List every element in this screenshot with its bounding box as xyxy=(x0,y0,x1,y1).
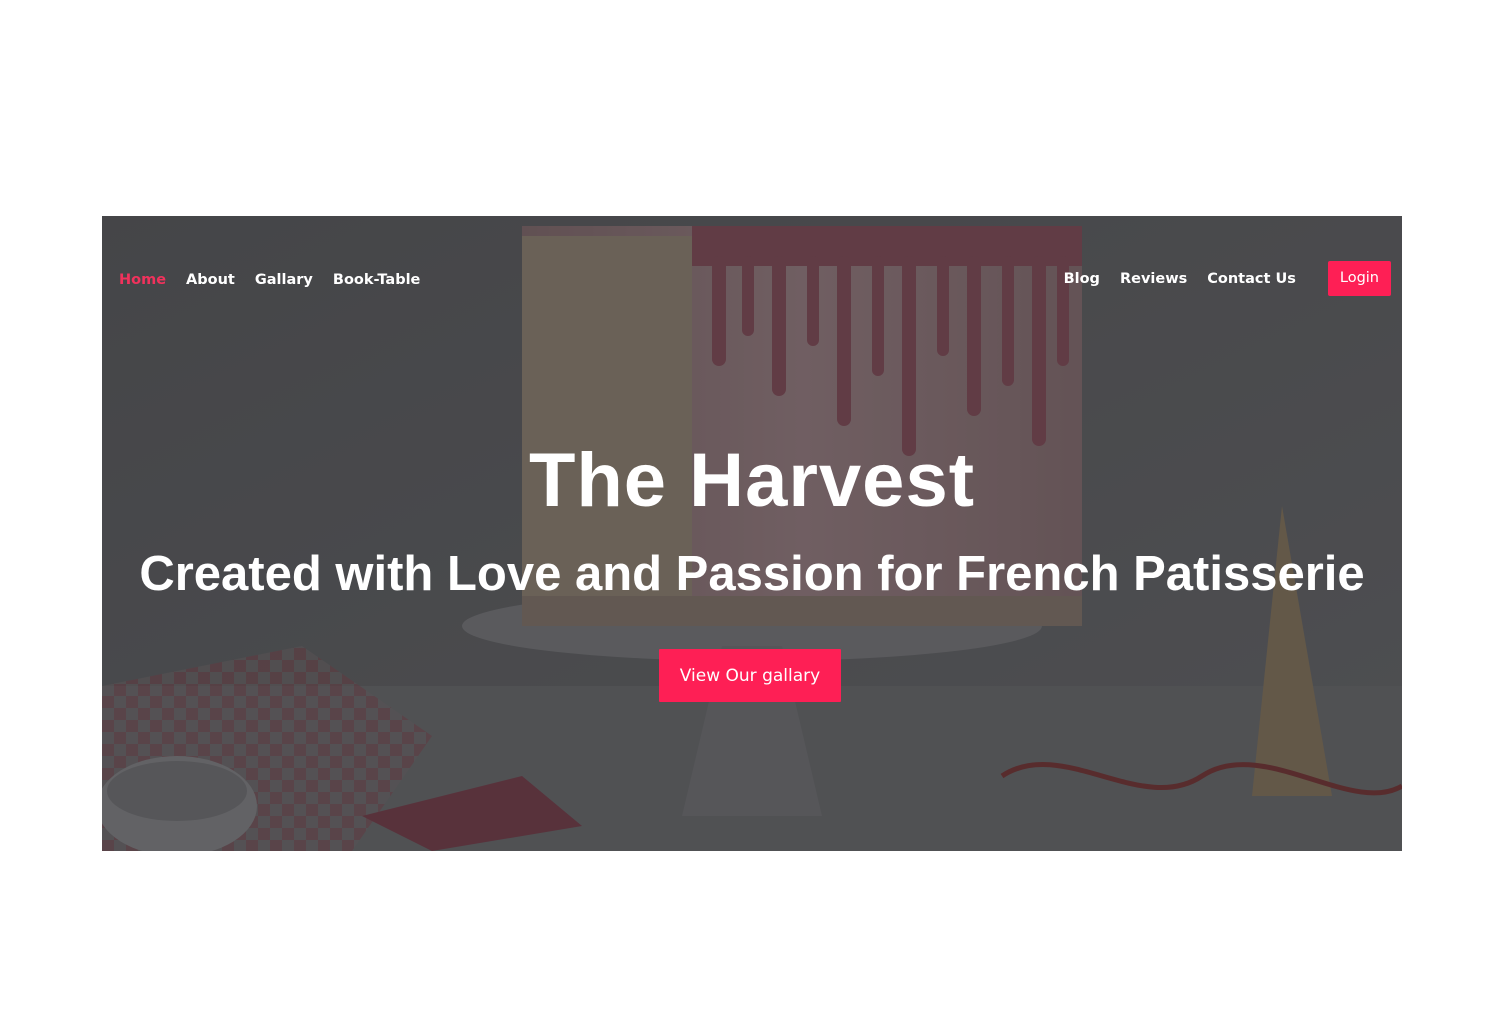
hero-title: The Harvest xyxy=(528,438,976,523)
nav-link-book-table[interactable]: Book-Table xyxy=(323,270,431,290)
hero-section: Home About Gallary Book-Table Blog Revie… xyxy=(102,216,1402,851)
top-navbar: Home About Gallary Book-Table Blog Revie… xyxy=(102,216,1402,342)
hero-subtitle: Created with Love and Passion for French… xyxy=(139,547,1365,601)
nav-link-contact-us[interactable]: Contact Us xyxy=(1197,269,1306,289)
nav-link-reviews[interactable]: Reviews xyxy=(1110,269,1197,289)
nav-right-group: Blog Reviews Contact Us Login xyxy=(1054,261,1391,296)
nav-link-blog[interactable]: Blog xyxy=(1054,269,1110,289)
view-gallery-button[interactable]: View Our gallary xyxy=(659,649,841,702)
nav-link-home[interactable]: Home xyxy=(119,270,176,290)
login-button[interactable]: Login xyxy=(1327,261,1391,296)
nav-link-about[interactable]: About xyxy=(176,270,245,290)
nav-link-gallary[interactable]: Gallary xyxy=(245,270,323,290)
nav-left-group: Home About Gallary Book-Table xyxy=(119,270,430,290)
